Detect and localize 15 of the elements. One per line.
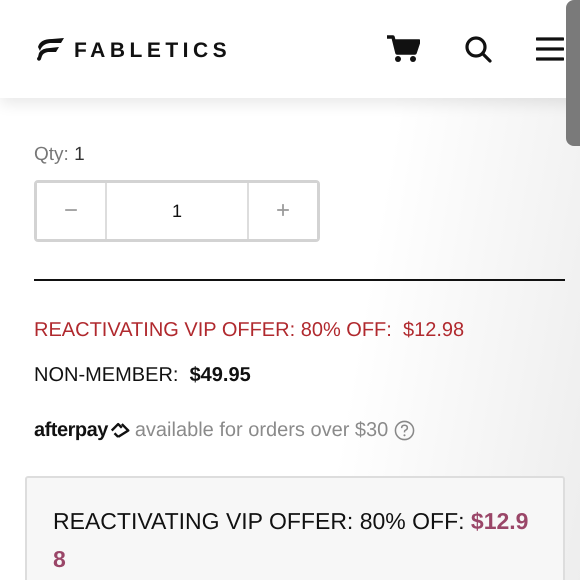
- brand-logo[interactable]: FABLETICS: [74, 40, 232, 61]
- vip-offer-price: REACTIVATING VIP OFFER: 80% OFF: $12.98: [34, 319, 466, 342]
- vip-offer-text: REACTIVATING VIP OFFER: 80% OFF: $12.98: [53, 507, 530, 574]
- afterpay-logo: afterpay: [34, 419, 108, 442]
- logo-mark-icon: [34, 37, 66, 61]
- help-icon[interactable]: [394, 420, 416, 441]
- side-handle[interactable]: [566, 0, 580, 146]
- arrows-icon: [108, 422, 131, 439]
- non-member-price: NON-MEMBER: $49.95: [34, 364, 252, 387]
- menu-icon[interactable]: [536, 35, 564, 63]
- quantity-label: Qty: 1: [34, 144, 86, 166]
- search-icon[interactable]: [464, 35, 492, 63]
- quantity-field[interactable]: 1: [105, 183, 249, 239]
- afterpay-note: available for orders over $30: [134, 419, 388, 442]
- cart-icon[interactable]: [386, 35, 420, 63]
